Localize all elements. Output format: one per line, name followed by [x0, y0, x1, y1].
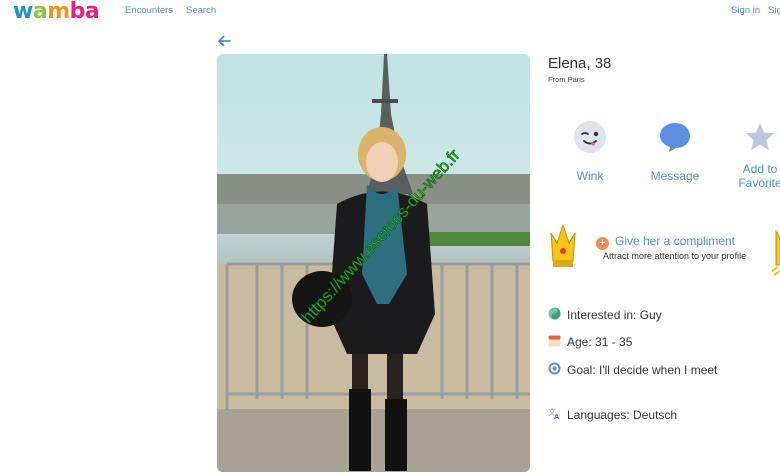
- message-label: Message: [650, 169, 700, 183]
- crown-left-icon: [550, 223, 576, 267]
- languages-row: 文 A Languages: Deutsch: [548, 407, 678, 422]
- crown-right-icon: [772, 229, 780, 276]
- speech-bubble-icon: [660, 123, 690, 152]
- wink-face-icon: [574, 121, 606, 153]
- interested-in-row: Interested in: Guy: [548, 307, 662, 322]
- svg-text:A: A: [554, 413, 560, 420]
- favorite-label: Add to Favorite: [738, 162, 780, 190]
- message-button[interactable]: Message: [640, 120, 710, 183]
- plus-icon: +: [596, 237, 609, 250]
- star-icon: [746, 123, 774, 150]
- compliment-title-text: Give her a compliment: [615, 234, 736, 248]
- sign-up-link[interactable]: Sig: [768, 5, 780, 16]
- back-arrow-icon[interactable]: [216, 34, 232, 48]
- wink-button[interactable]: Wink: [555, 120, 625, 183]
- profile-photo[interactable]: https://www.escrocs-du-web.fr: [217, 54, 530, 472]
- goal-row: Goal: I'll decide when I meet: [548, 362, 717, 377]
- target-icon: [548, 362, 561, 375]
- wink-label: Wink: [576, 169, 604, 183]
- wamba-logo[interactable]: wamba: [13, 0, 100, 24]
- profile-name-age: Elena, 38: [548, 55, 612, 72]
- profile-location: From Paris: [548, 75, 585, 84]
- give-compliment-link[interactable]: + Give her a compliment: [596, 234, 735, 250]
- add-to-favorite-button[interactable]: Add to Favorite: [725, 120, 780, 190]
- top-header: wamba Encounters Search Sign in Sig: [0, 0, 780, 30]
- compliment-subtitle: Attract more attention to your profile: [603, 251, 747, 261]
- age-range-row: Age: 31 - 35: [548, 334, 632, 349]
- yin-yang-icon: [548, 307, 561, 320]
- translate-icon: 文 A: [548, 407, 560, 420]
- nav-encounters-link[interactable]: Encounters: [125, 5, 173, 16]
- sign-in-link[interactable]: Sign in: [731, 5, 760, 16]
- profile-photo-image: https://www.escrocs-du-web.fr: [217, 54, 530, 472]
- calendar-icon: [548, 335, 561, 347]
- nav-search-link[interactable]: Search: [186, 5, 216, 16]
